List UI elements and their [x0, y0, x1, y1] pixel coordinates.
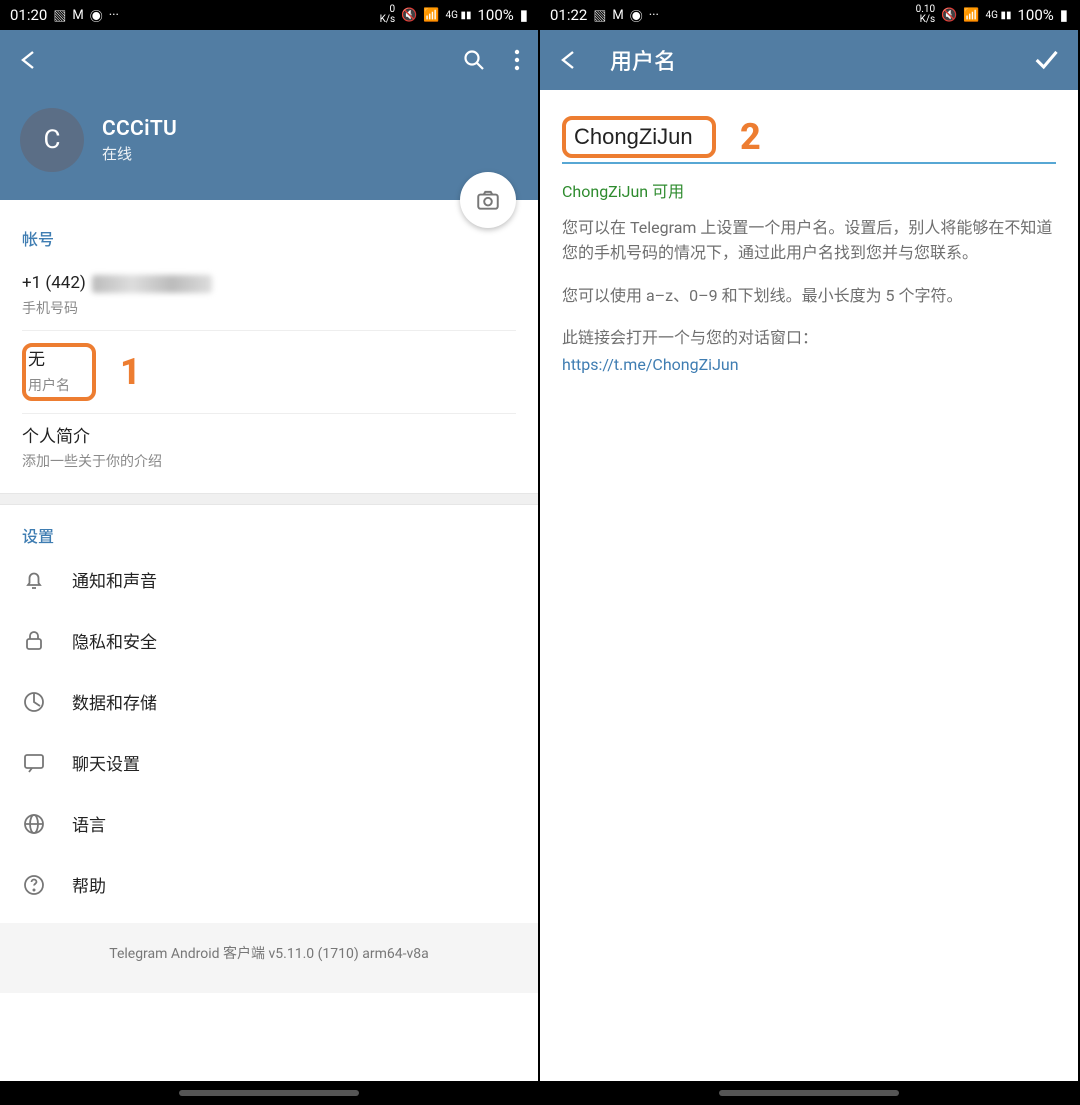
- more-icon: ···: [649, 8, 659, 23]
- help-icon: [22, 873, 46, 897]
- username-label: 用户名: [28, 375, 70, 395]
- left-screen: 01:20 ▧ M ◉ ··· 0 K/s 🔇 📶 4G ▮▮ 100% ▮ C: [0, 0, 540, 1105]
- gallery-icon: ▧: [53, 6, 66, 25]
- data-icon: [22, 690, 46, 714]
- status-time: 01:20: [10, 6, 47, 24]
- more-icon: ···: [109, 8, 119, 23]
- chat-icon: ◉: [630, 6, 643, 25]
- android-navbar: [0, 1081, 538, 1105]
- chat-settings-icon: [22, 751, 46, 775]
- app-header: [0, 30, 538, 90]
- bell-icon: [22, 568, 46, 592]
- lock-icon: [22, 629, 46, 653]
- gallery-icon: ▧: [593, 6, 606, 25]
- phone-row[interactable]: +1 (442) 手机号码: [22, 260, 516, 331]
- search-icon[interactable]: [462, 48, 486, 72]
- wifi-icon: 📶: [963, 8, 979, 23]
- bio-title: 个人简介: [22, 426, 516, 450]
- settings-title: 设置: [0, 519, 538, 549]
- settings-help-label: 帮助: [72, 872, 106, 897]
- settings-chat-label: 聊天设置: [72, 750, 140, 775]
- globe-icon: [22, 812, 46, 836]
- settings-lang-label: 语言: [72, 811, 106, 836]
- input-underline: [562, 162, 1056, 164]
- desc-1: 您可以在 Telegram 上设置一个用户名。设置后，别人将能够在不知道您的手机…: [562, 216, 1056, 266]
- battery-percent: 100%: [1017, 6, 1053, 24]
- status-bar: 01:22 ▧ M ◉ ··· 0.10 K/s 🔇 📶 4G ▮▮ 100% …: [540, 0, 1078, 30]
- username-row[interactable]: 无 用户名 1: [22, 331, 516, 414]
- settings-privacy-label: 隐私和安全: [72, 628, 157, 653]
- signal-icon: 4G ▮▮: [446, 10, 472, 21]
- mail-icon: M: [72, 8, 83, 23]
- mute-icon: 🔇: [941, 8, 957, 23]
- camera-button[interactable]: [460, 172, 516, 228]
- battery-icon: ▮: [1060, 6, 1068, 24]
- back-button[interactable]: [558, 48, 582, 72]
- phone-hidden: [92, 275, 212, 293]
- bio-row[interactable]: 个人简介 添加一些关于你的介绍: [22, 414, 516, 484]
- settings-notify-label: 通知和声音: [72, 567, 157, 592]
- avatar-initial: C: [44, 125, 61, 155]
- netspeed: 0 K/s: [380, 5, 396, 25]
- username-input-callout: [562, 116, 716, 158]
- settings-data[interactable]: 数据和存储: [0, 671, 538, 732]
- settings-notify[interactable]: 通知和声音: [0, 549, 538, 610]
- profile-header: C CCCiTU 在线: [0, 90, 538, 200]
- signal-icon: 4G ▮▮: [986, 10, 1012, 21]
- settings-help[interactable]: 帮助: [0, 854, 538, 915]
- username-body: 2 ChongZiJun 可用 您可以在 Telegram 上设置一个用户名。设…: [540, 90, 1078, 422]
- phone-label: 手机号码: [22, 298, 516, 318]
- wifi-icon: 📶: [423, 8, 439, 23]
- desc-2: 您可以使用 a–z、0–9 和下划线。最小长度为 5 个字符。: [562, 284, 1056, 309]
- mute-icon: 🔇: [401, 8, 417, 23]
- avatar[interactable]: C: [20, 108, 84, 172]
- confirm-button[interactable]: [1032, 46, 1060, 74]
- settings-lang[interactable]: 语言: [0, 793, 538, 854]
- profile-name: CCCiTU: [102, 117, 177, 141]
- profile-status: 在线: [102, 143, 177, 164]
- divider: [0, 493, 538, 505]
- android-navbar: [540, 1081, 1078, 1105]
- page-title: 用户名: [610, 44, 676, 76]
- settings-data-label: 数据和存储: [72, 689, 157, 714]
- battery-icon: ▮: [520, 6, 528, 24]
- chat-icon: ◉: [90, 6, 103, 25]
- callout-2: 2: [740, 116, 761, 158]
- account-section: 帐号 +1 (442) 手机号码 无 用户名 1 个人简介 添加一些关于你的介绍: [0, 200, 538, 493]
- status-bar: 01:20 ▧ M ◉ ··· 0 K/s 🔇 📶 4G ▮▮ 100% ▮: [0, 0, 538, 30]
- bio-sub: 添加一些关于你的介绍: [22, 451, 516, 471]
- app-header: 用户名: [540, 30, 1078, 90]
- callout-1: 1: [120, 351, 141, 393]
- username-input[interactable]: [574, 124, 704, 150]
- availability-text: ChongZiJun 可用: [562, 178, 1056, 202]
- tme-link[interactable]: https://t.me/ChongZiJun: [562, 353, 1056, 378]
- settings-chat[interactable]: 聊天设置: [0, 732, 538, 793]
- settings-privacy[interactable]: 隐私和安全: [0, 610, 538, 671]
- back-button[interactable]: [18, 48, 42, 72]
- status-time: 01:22: [550, 6, 587, 24]
- mail-icon: M: [612, 8, 623, 23]
- version-text: Telegram Android 客户端 v5.11.0 (1710) arm6…: [0, 923, 538, 993]
- netspeed: 0.10 K/s: [916, 5, 936, 25]
- menu-icon[interactable]: [514, 49, 520, 71]
- battery-percent: 100%: [477, 6, 513, 24]
- phone-prefix: +1 (442): [22, 272, 86, 296]
- desc-3: 此链接会打开一个与您的对话窗口：: [562, 326, 1056, 351]
- username-value: 无: [28, 349, 70, 373]
- settings-section: 设置 通知和声音 隐私和安全 数据和存储 聊天设置 语言 帮助: [0, 505, 538, 923]
- account-title: 帐号: [22, 226, 516, 250]
- right-screen: 01:22 ▧ M ◉ ··· 0.10 K/s 🔇 📶 4G ▮▮ 100% …: [540, 0, 1080, 1105]
